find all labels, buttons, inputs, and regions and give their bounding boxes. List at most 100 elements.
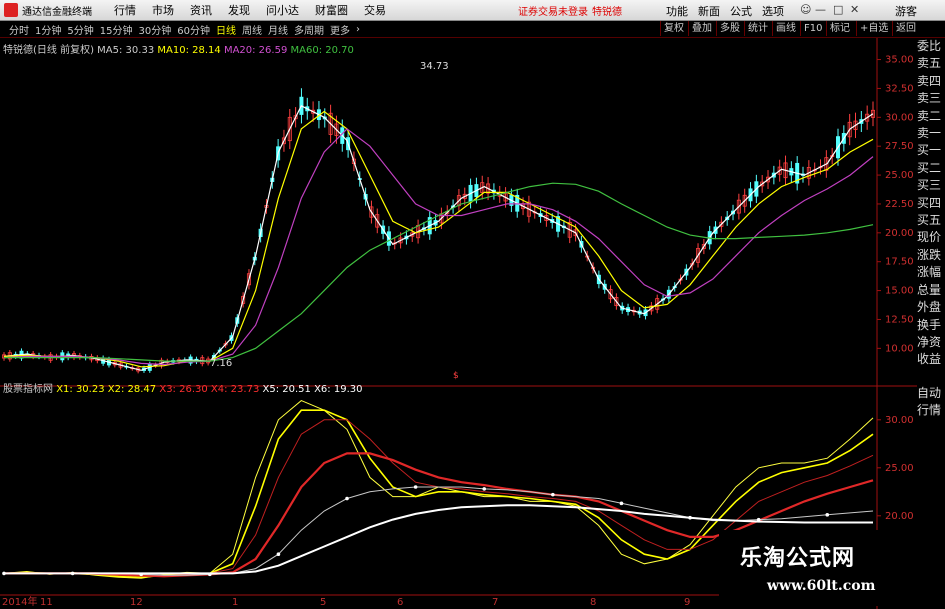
stats-button[interactable]: 统计 <box>744 21 771 36</box>
side-change-pct[interactable]: 涨幅 <box>917 264 945 281</box>
tab-weekly[interactable]: 周线 <box>242 22 262 37</box>
x4-value: X4: 23.73 <box>210 384 260 395</box>
app-logo-icon <box>4 3 18 17</box>
menu-news[interactable]: 资讯 <box>190 2 212 18</box>
tab-60min[interactable]: 60分钟 <box>177 22 210 37</box>
menu-layout[interactable]: 新面 <box>698 3 720 19</box>
menu-discover[interactable]: 发现 <box>228 2 250 18</box>
side-bid4[interactable]: 买四 <box>917 195 945 212</box>
tab-1min[interactable]: 1分钟 <box>35 22 61 37</box>
side-weibi[interactable]: 委比 <box>917 38 945 55</box>
side-ask1[interactable]: 卖一 <box>917 125 945 142</box>
ma5-value: MA5: 30.33 <box>97 45 155 56</box>
tab-multi-period[interactable]: 多周期 <box>294 22 324 37</box>
date-tick-label: 1 <box>232 597 238 608</box>
side-turnover[interactable]: 换手 <box>917 317 945 334</box>
indicator-axis: 20.00 25.00 30.00 <box>877 415 914 522</box>
date-tick-label: 2014年 <box>2 595 37 608</box>
date-tick-label: 11 <box>40 597 53 608</box>
f10-button[interactable]: F10 <box>800 21 825 36</box>
indicator-dot <box>688 515 692 520</box>
side-bid1[interactable]: 买一 <box>917 142 945 159</box>
tab-monthly[interactable]: 月线 <box>268 22 288 37</box>
price-tick-label: 35.00 <box>885 55 914 66</box>
close-icon[interactable]: ✕ <box>850 3 859 16</box>
guest-label[interactable]: 游客 <box>895 3 917 19</box>
maximize-icon[interactable]: □ <box>833 3 843 16</box>
indicator-dot <box>2 571 6 576</box>
indicator-dot <box>345 496 349 501</box>
event-marker: $ <box>453 371 459 381</box>
menu-function[interactable]: 功能 <box>666 3 688 19</box>
add-watchlist-button[interactable]: +自选 <box>856 21 891 36</box>
minimize-icon[interactable]: — <box>815 3 826 16</box>
side-net-assets[interactable]: 净资 <box>917 334 945 351</box>
login-notice[interactable]: 证券交易未登录 <box>518 3 588 18</box>
indicator-dot <box>756 517 761 522</box>
ma10-value: MA10: 28.14 <box>157 45 221 56</box>
side-volume[interactable]: 总量 <box>917 282 945 299</box>
x3-value: X3: 26.30 <box>159 384 208 395</box>
watermark-url: www.60lt.com <box>767 578 876 594</box>
indicator-dot <box>276 552 281 556</box>
mark-button[interactable]: 标记 <box>826 21 853 36</box>
indicator-dot <box>551 492 555 497</box>
price-tick-label: 30.00 <box>885 112 914 123</box>
tab-30min[interactable]: 30分钟 <box>138 22 171 37</box>
menu-options[interactable]: 选项 <box>762 3 784 19</box>
date-tick-label: 8 <box>590 597 596 608</box>
menu-wealth[interactable]: 财富圈 <box>315 2 348 18</box>
indicator-legend: 股票指标网 X1: 30.23 X2: 28.47 X3: 26.30 X4: … <box>3 380 362 395</box>
draw-button[interactable]: 画线 <box>772 21 799 36</box>
indicator-dot <box>70 571 75 576</box>
multi-stock-button[interactable]: 多股 <box>716 21 743 36</box>
side-price[interactable]: 现价 <box>917 229 945 246</box>
side-auto[interactable]: 自动 <box>917 385 945 402</box>
watermark: 乐淘公式网 www.60lt.com <box>719 530 919 606</box>
side-ask5[interactable]: 卖五 <box>917 55 945 72</box>
tab-daily[interactable]: 日线 <box>216 22 236 37</box>
back-button[interactable]: 返回 <box>892 21 919 36</box>
indicator-tick-label: 30.00 <box>885 415 914 426</box>
price-tick-label: 12.50 <box>885 314 914 325</box>
tab-timeshare[interactable]: 分时 <box>9 22 29 37</box>
price-tick-label: 25.00 <box>885 170 914 181</box>
indicator-tick-label: 20.00 <box>885 511 914 522</box>
ma60-value: MA60: 20.70 <box>290 45 354 56</box>
candlesticks <box>2 88 876 374</box>
date-tick-label: 12 <box>130 597 143 608</box>
overlay-button[interactable]: 叠加 <box>688 21 715 36</box>
price-tick-label: 15.00 <box>885 286 914 297</box>
side-ask3[interactable]: 卖三 <box>917 90 945 107</box>
menu-ask[interactable]: 问小达 <box>266 2 299 18</box>
menu-market[interactable]: 市场 <box>152 2 174 18</box>
date-tick-label: 6 <box>397 597 403 608</box>
menu-quotes[interactable]: 行情 <box>114 2 136 18</box>
side-quote[interactable]: 行情 <box>917 402 945 419</box>
side-earnings[interactable]: 收益 <box>917 351 945 368</box>
chevron-right-icon[interactable]: › <box>356 24 360 35</box>
side-ask4[interactable]: 卖四 <box>917 73 945 90</box>
side-bid2[interactable]: 买二 <box>917 160 945 177</box>
indicator-dot <box>413 485 418 489</box>
user-icon[interactable]: ☺ <box>800 3 811 16</box>
date-tick-label: 7 <box>492 597 498 608</box>
adjust-button[interactable]: 复权 <box>660 21 687 36</box>
tab-15min[interactable]: 15分钟 <box>100 22 133 37</box>
side-ask2[interactable]: 卖二 <box>917 108 945 125</box>
side-change[interactable]: 涨跌 <box>917 247 945 264</box>
main-title: 特锐德(日线 前复权) <box>3 45 94 56</box>
chart-area[interactable]: 10.00 12.50 15.00 17.50 20.00 22.50 25.00 27.50… <box>0 38 945 609</box>
tab-more[interactable]: 更多 <box>330 22 350 37</box>
indicator-dot <box>208 572 212 577</box>
period-toolbar: 分时 1分钟 5分钟 15分钟 30分钟 60分钟 日线 周线 月线 多周期 更… <box>0 21 945 38</box>
side-outer[interactable]: 外盘 <box>917 299 945 316</box>
grid-lines <box>0 38 917 609</box>
menu-formula[interactable]: 公式 <box>730 3 752 19</box>
side-bid3[interactable]: 买三 <box>917 177 945 194</box>
tab-5min[interactable]: 5分钟 <box>67 22 93 37</box>
low-annotation: 7.16 <box>210 358 232 369</box>
side-bid5[interactable]: 买五 <box>917 212 945 229</box>
date-tick-label: 9 <box>684 597 690 608</box>
menu-trade[interactable]: 交易 <box>364 2 386 18</box>
